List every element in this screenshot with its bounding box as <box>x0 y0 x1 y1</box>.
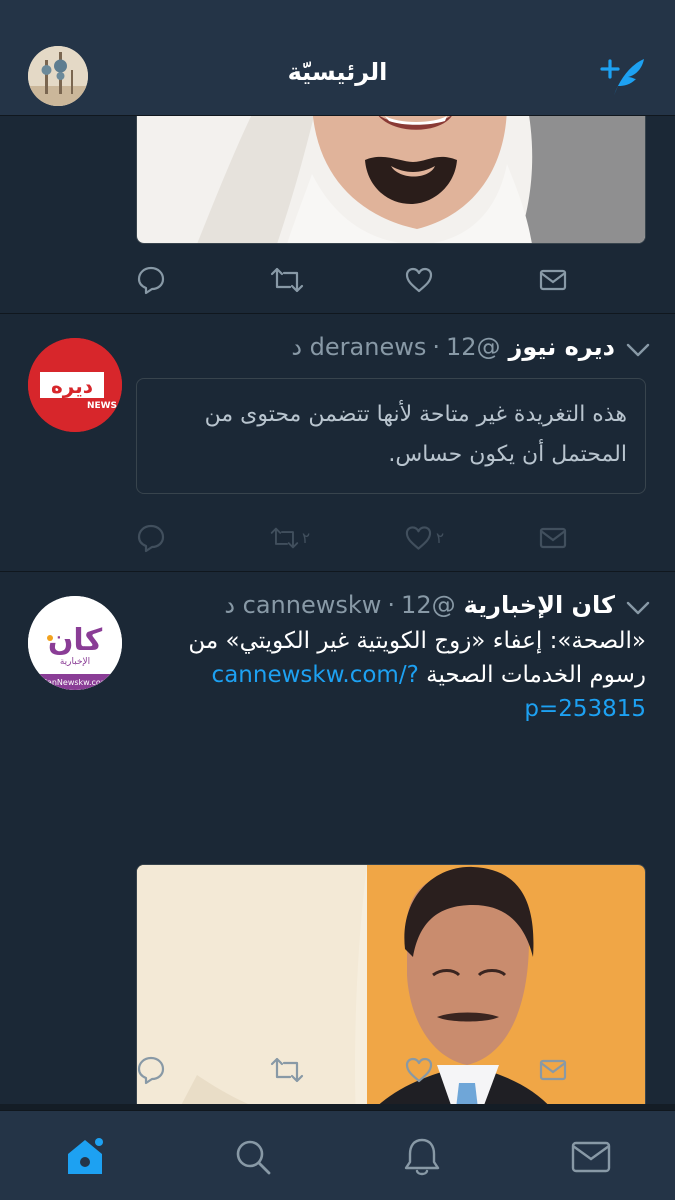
retweet-count: ٢ <box>301 529 310 547</box>
author-name[interactable]: كان الإخبارية <box>464 591 615 619</box>
avatar-logo-url: CanNewskw.com <box>41 678 108 687</box>
dm-share-button[interactable] <box>538 264 578 296</box>
tweet-author-avatar[interactable]: ديره NEWS <box>28 338 122 432</box>
tweet-actions <box>136 264 567 296</box>
tweet-card[interactable]: كان الإخبارية CanNewskw.com كان الإخباري… <box>0 572 675 1110</box>
tweet-image[interactable] <box>136 116 646 244</box>
retweet-button[interactable]: ٢ <box>270 522 310 554</box>
timeline-feed[interactable]: ديره NEWS ديره نيوز@deranews·12 د هذه ال… <box>0 116 675 1110</box>
separator-dot: · <box>387 591 396 619</box>
retweet-icon <box>270 267 304 293</box>
home-tab[interactable] <box>61 1133 109 1181</box>
messages-icon <box>571 1141 611 1173</box>
heart-icon <box>405 526 432 550</box>
top-navigation-bar: الرئيسيّة <box>0 0 675 116</box>
messages-tab[interactable] <box>567 1133 615 1181</box>
envelope-icon <box>539 269 567 291</box>
tweet-header: كان الإخبارية@cannewskw·12 د <box>224 588 615 622</box>
reply-button[interactable] <box>136 522 176 554</box>
tweet-card[interactable] <box>0 116 675 314</box>
avatar-logo-sub: الإخبارية <box>60 657 90 667</box>
search-icon <box>236 1140 271 1175</box>
envelope-icon <box>539 1059 567 1081</box>
retweet-icon <box>270 527 299 549</box>
notifications-tab[interactable] <box>398 1133 446 1181</box>
reply-button[interactable] <box>136 1054 176 1086</box>
reply-icon <box>137 1056 165 1085</box>
compose-tweet-icon[interactable] <box>598 55 648 99</box>
tweet-actions: ٢ ٢ <box>136 522 567 554</box>
like-button[interactable]: ٢ <box>404 522 444 554</box>
like-count: ٢ <box>435 529 444 547</box>
tweet-actions <box>136 1054 567 1086</box>
retweet-button[interactable] <box>270 264 310 296</box>
retweet-button[interactable] <box>270 1054 310 1086</box>
bottom-tab-bar <box>0 1110 675 1200</box>
sensitive-content-notice[interactable]: هذه التغريدة غير متاحة لأنها تتضمن محتوى… <box>136 378 646 494</box>
envelope-icon <box>539 527 567 549</box>
like-button[interactable] <box>404 1054 444 1086</box>
reply-icon <box>137 266 165 295</box>
avatar-logo-text: كان <box>48 623 103 658</box>
page-title: الرئيسيّة <box>287 58 388 86</box>
author-name[interactable]: ديره نيوز <box>509 333 615 361</box>
like-button[interactable] <box>404 264 444 296</box>
chevron-down-icon[interactable] <box>624 598 652 618</box>
retweet-icon <box>270 1057 304 1083</box>
tweet-body: «الصحة»: إعفاء «زوج الكويتية غير الكويتي… <box>136 624 646 726</box>
heart-icon <box>405 267 433 293</box>
dm-share-button[interactable] <box>538 522 578 554</box>
dm-share-button[interactable] <box>538 1054 578 1086</box>
reply-button[interactable] <box>136 264 176 296</box>
notifications-icon <box>404 1138 440 1176</box>
tweet-header: ديره نيوز@deranews·12 د <box>291 330 615 364</box>
chevron-down-icon[interactable] <box>624 340 652 360</box>
reply-icon <box>137 524 165 553</box>
search-tab[interactable] <box>229 1133 277 1181</box>
home-icon <box>68 1138 103 1174</box>
avatar-logo-text: ديره <box>51 374 93 398</box>
heart-icon <box>405 1057 433 1083</box>
tweet-card[interactable]: ديره NEWS ديره نيوز@deranews·12 د هذه ال… <box>0 314 675 572</box>
tweet-author-avatar[interactable]: كان الإخبارية CanNewskw.com <box>28 596 122 690</box>
avatar-logo-sub: NEWS <box>87 401 117 411</box>
separator-dot: · <box>432 333 440 361</box>
